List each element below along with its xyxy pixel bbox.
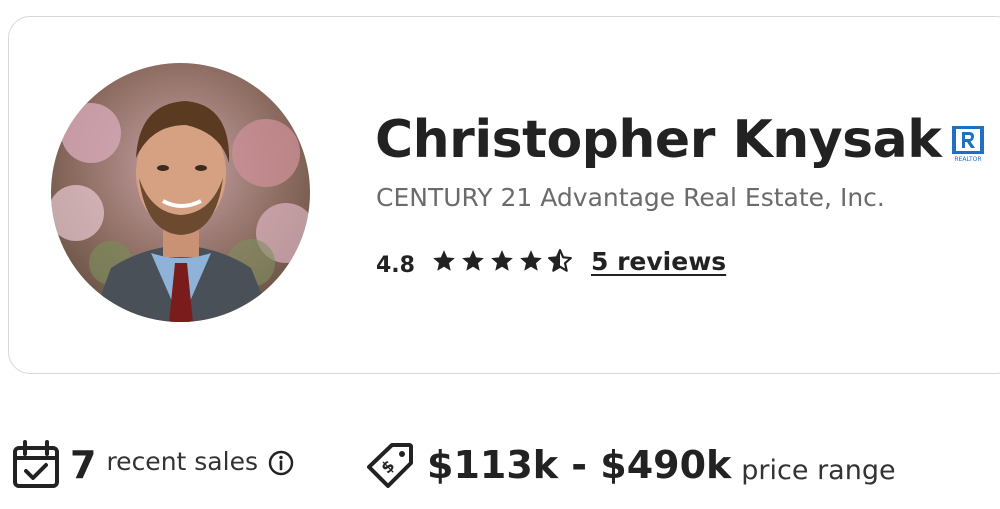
realtor-icon: REALTOR: [951, 125, 985, 163]
star-icon: [491, 250, 513, 271]
agent-name: Christopher Knysak: [375, 110, 942, 170]
agent-brokerage: CENTURY 21 Advantage Real Estate, Inc.: [376, 183, 885, 212]
star-icon: [462, 250, 484, 271]
calendar-check-icon: [13, 440, 59, 488]
realtor-text: REALTOR: [954, 156, 981, 163]
price-range-value: $113k - $490k: [427, 443, 732, 487]
price-tag-icon: $: [367, 443, 413, 488]
star-icon: [520, 250, 542, 271]
rating-row: 4.8 5 reviews: [376, 246, 726, 278]
price-range-stat: $ $113k - $490k price range: [366, 440, 896, 490]
price-range-label: price range: [741, 454, 896, 486]
recent-sales-count: 7: [70, 443, 97, 487]
svg-text:$: $: [377, 456, 398, 477]
star-rating: [430, 248, 574, 274]
recent-sales-label: recent sales: [106, 446, 258, 476]
recent-sales-stat: 7 recent sales: [12, 440, 294, 490]
agent-avatar: [51, 63, 310, 322]
reviews-link[interactable]: 5 reviews: [591, 247, 726, 276]
agent-photo: [51, 63, 310, 322]
star-icon: [433, 250, 455, 271]
star-half-icon: [548, 249, 572, 272]
info-icon[interactable]: [268, 450, 294, 476]
rating-value: 4.8: [376, 252, 415, 278]
